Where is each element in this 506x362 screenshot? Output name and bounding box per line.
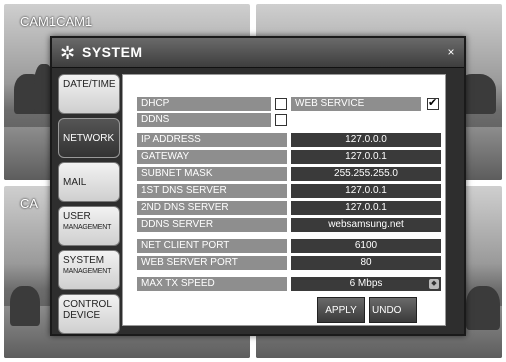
web-server-port-label: WEB SERVER PORT <box>137 256 287 270</box>
tab-mail[interactable]: MAIL <box>58 162 120 202</box>
ddns-server-label: DDNS SERVER <box>137 218 287 232</box>
dialog-title: SYSTEM <box>82 44 143 60</box>
camera-label-top: CAM1CAM1 <box>20 14 93 29</box>
dhcp-label: DHCP <box>137 97 271 111</box>
max-tx-speed-select[interactable]: 6 Mbps ◆ <box>291 277 441 291</box>
spinner-arrows-icon[interactable]: ◆ <box>429 279 439 289</box>
dialog-titlebar[interactable]: ✲ SYSTEM × <box>52 38 464 68</box>
tab-label: USER <box>63 211 91 222</box>
dhcp-checkbox[interactable] <box>275 98 287 110</box>
gear-icon: ✲ <box>60 43 76 63</box>
tab-sublabel: DEVICE <box>63 310 101 321</box>
web-server-port-field[interactable]: 80 <box>291 256 441 270</box>
dns1-field[interactable]: 127.0.0.1 <box>291 184 441 198</box>
tab-label: DATE/TIME <box>63 79 116 90</box>
undo-button[interactable]: UNDO <box>369 297 417 323</box>
gateway-label: GATEWAY <box>137 150 287 164</box>
max-tx-speed-label: MAX TX SPEED <box>137 277 287 291</box>
ddns-checkbox[interactable] <box>275 114 287 126</box>
ddns-label: DDNS <box>137 113 271 127</box>
gateway-field[interactable]: 127.0.0.1 <box>291 150 441 164</box>
net-client-port-field[interactable]: 6100 <box>291 239 441 253</box>
dns2-field[interactable]: 127.0.0.1 <box>291 201 441 215</box>
tab-label: NETWORK <box>63 133 115 144</box>
tab-label: CONTROL <box>63 299 112 310</box>
tab-label: MAIL <box>63 177 87 188</box>
network-settings-panel: DHCP WEB SERVICE DDNS IP ADDRESS 127.0.0… <box>122 74 446 326</box>
tab-label: SYSTEM <box>63 255 105 266</box>
web-service-checkbox[interactable] <box>427 96 439 110</box>
tab-user-management[interactable]: USER MANAGEMENT <box>58 206 120 246</box>
ip-address-label: IP ADDRESS <box>137 133 287 147</box>
max-tx-speed-value: 6 Mbps <box>349 278 383 289</box>
close-button[interactable]: × <box>442 43 460 61</box>
tab-control-device[interactable]: CONTROL DEVICE <box>58 294 120 334</box>
dns1-label: 1ST DNS SERVER <box>137 184 287 198</box>
tab-sublabel: MANAGEMENT <box>63 268 112 275</box>
net-client-port-label: NET CLIENT PORT <box>137 239 287 253</box>
ip-address-field[interactable]: 127.0.0.0 <box>291 133 441 147</box>
tab-sublabel: MANAGEMENT <box>63 224 112 231</box>
subnet-mask-field[interactable]: 255.255.255.0 <box>291 167 441 181</box>
dns2-label: 2ND DNS SERVER <box>137 201 287 215</box>
apply-button[interactable]: APPLY <box>317 297 365 323</box>
tab-network[interactable]: NETWORK <box>58 118 120 158</box>
ddns-server-field[interactable]: websamsung.net <box>291 218 441 232</box>
camera-label-mid: CA <box>20 196 39 211</box>
tab-date-time[interactable]: DATE/TIME <box>58 74 120 114</box>
system-dialog: ✲ SYSTEM × DATE/TIME NETWORK MAIL USER M… <box>50 36 466 336</box>
subnet-mask-label: SUBNET MASK <box>137 167 287 181</box>
tab-system-management[interactable]: SYSTEM MANAGEMENT <box>58 250 120 290</box>
web-service-label: WEB SERVICE <box>291 97 421 111</box>
